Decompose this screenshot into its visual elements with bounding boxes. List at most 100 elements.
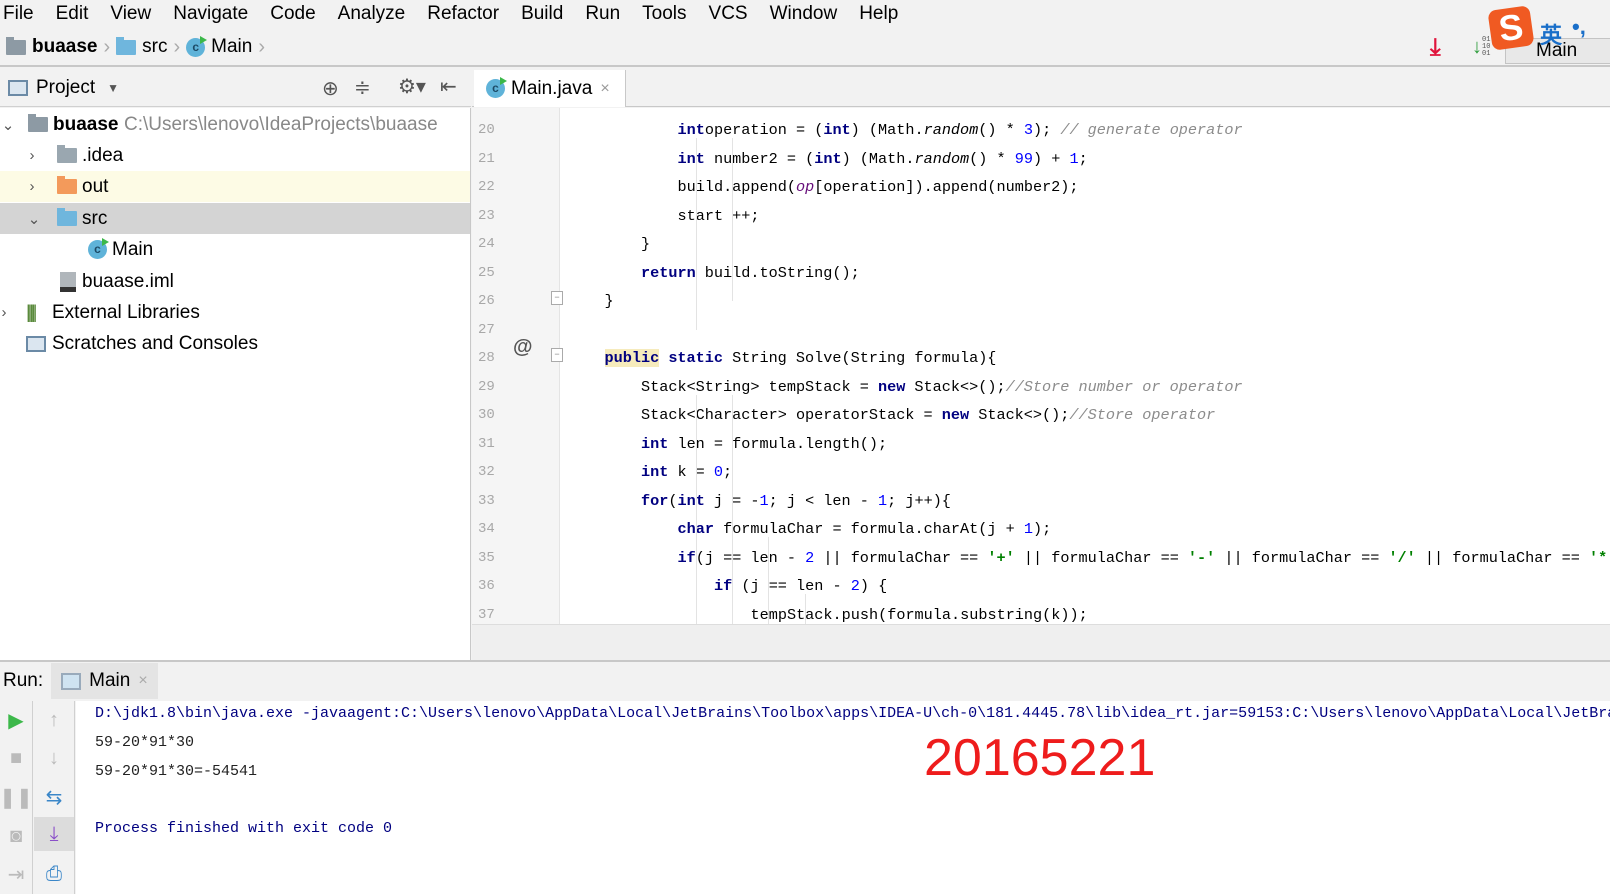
menu-view[interactable]: View — [109, 3, 152, 25]
scroll-to-end-icon[interactable]: ⤓ — [34, 817, 74, 851]
code-token: String Solve(String formula){ — [723, 349, 997, 367]
line-number: 20 — [478, 122, 495, 138]
run-tab-main[interactable]: Main × — [51, 663, 158, 699]
project-view-selector[interactable]: Project — [36, 77, 95, 99]
code-token: public — [604, 349, 660, 367]
console-toolbar: ↑ ↓ ⇆ ⤓ ⎙ — [34, 701, 75, 894]
code-line: 27 — [472, 316, 1610, 344]
code-token: (j == len - — [695, 548, 806, 567]
code-token: ; — [1078, 149, 1088, 168]
stop-icon[interactable]: ■ — [0, 741, 32, 775]
chevron-down-icon[interactable]: ⌄ — [0, 116, 16, 134]
ime-toolbar[interactable]: S 英 •, — [1487, 5, 1610, 58]
exit-icon[interactable]: ⇥ — [0, 857, 32, 891]
code-text: int number2 = (int) (Math.random() * 99)… — [678, 145, 1088, 173]
code-token: ); — [1032, 520, 1052, 538]
soft-wrap-icon[interactable]: ⇆ — [34, 780, 74, 814]
line-number: 31 — [478, 435, 495, 452]
code-editor[interactable]: @ − − 20 intoperation = (int) (Math.rando… — [472, 108, 1610, 624]
menu-vcs[interactable]: VCS — [708, 3, 749, 25]
tree-item-external-libraries[interactable]: › ||||| External Libraries — [0, 297, 470, 328]
hide-panel-icon[interactable]: ⇤ — [440, 74, 457, 99]
chevron-right-icon[interactable]: › — [24, 178, 40, 195]
down-arrow-icon[interactable]: ↓ — [34, 741, 74, 775]
tree-item-label: Main — [112, 238, 154, 260]
tree-item-label: buaase — [53, 113, 119, 135]
code-token: for — [641, 491, 669, 510]
code-token: int — [677, 149, 705, 168]
update-project-icon[interactable]: ⤓ — [1430, 36, 1441, 60]
code-token: ); — [1032, 121, 1061, 139]
camera-icon[interactable]: ◙ — [0, 819, 32, 853]
code-token: //Store number or operator — [1005, 377, 1243, 396]
tree-item-main[interactable]: c Main — [0, 234, 470, 265]
indent-guide — [732, 138, 733, 301]
code-token: Stack<>(); — [905, 377, 1006, 396]
editor-tabs: c Main.java × — [472, 70, 1610, 107]
menu-code[interactable]: Code — [269, 3, 316, 25]
tree-item-buaase-iml[interactable]: buaase.iml — [0, 266, 470, 297]
menu-bar: File Edit View Navigate Code Analyze Ref… — [0, 0, 1610, 28]
code-line: 35 if(j == len - 2 || formulaChar == '+' … — [472, 544, 1610, 572]
line-number: 34 — [478, 521, 495, 537]
pause-icon[interactable]: ❚❚ — [0, 780, 33, 814]
code-line: 25 return build.toString(); — [472, 259, 1610, 287]
source-folder-icon — [57, 208, 77, 226]
tree-item-idea[interactable]: › .idea — [0, 140, 470, 171]
locate-icon[interactable]: ⊕ — [322, 76, 339, 101]
collapse-all-icon[interactable]: ≑ — [354, 75, 371, 100]
chevron-down-icon[interactable]: ⌄ — [26, 210, 42, 228]
tree-item-scratches[interactable]: Scratches and Consoles — [0, 328, 470, 359]
menu-run[interactable]: Run — [584, 3, 621, 25]
gear-icon[interactable]: ⚙▾ — [398, 74, 426, 99]
code-token: Stack<>(); — [969, 406, 1070, 424]
code-token: 1 — [878, 491, 888, 510]
code-token: new — [941, 406, 970, 424]
chevron-right-icon[interactable]: › — [0, 304, 12, 321]
breadcrumb-src[interactable]: src › — [116, 36, 180, 59]
menu-file[interactable]: File — [2, 3, 35, 25]
project-icon — [8, 80, 28, 96]
menu-edit[interactable]: Edit — [55, 3, 90, 25]
code-token: ) { — [859, 577, 888, 595]
console-line: 59-20*91*30 — [95, 734, 195, 751]
module-folder-icon — [28, 114, 48, 132]
indent-guide — [732, 394, 733, 624]
menu-build[interactable]: Build — [520, 3, 564, 25]
close-icon[interactable]: × — [600, 80, 609, 98]
code-text: } — [641, 230, 650, 258]
menu-tools[interactable]: Tools — [641, 3, 687, 25]
close-icon[interactable]: × — [138, 672, 147, 690]
tab-main-java[interactable]: c Main.java × — [474, 70, 626, 107]
dropdown-arrow-icon[interactable]: ▼ — [107, 81, 119, 95]
tree-item-label: External Libraries — [52, 301, 200, 323]
rerun-icon[interactable]: ▶ — [0, 703, 32, 737]
menu-refactor[interactable]: Refactor — [426, 3, 500, 25]
sort-binary-icon[interactable]: ↓ 01 10 01 — [1472, 36, 1490, 59]
line-number: 26 — [478, 293, 495, 309]
tree-item-path: C:\Users\lenovo\IdeaProjects\buaase — [124, 113, 438, 135]
console-output[interactable]: D:\jdk1.8\bin\java.exe -javaagent:C:\Use… — [76, 701, 1610, 894]
tree-item-out[interactable]: › out — [0, 171, 470, 202]
ime-punctuation[interactable]: •, — [1572, 14, 1586, 40]
code-token: 1 — [1023, 520, 1033, 538]
ime-mode[interactable]: 英 — [1540, 18, 1562, 50]
iml-file-icon — [60, 271, 76, 292]
code-line: 29 Stack<String> tempStack = new Stack<>(… — [472, 373, 1610, 401]
up-arrow-icon[interactable]: ↑ — [34, 703, 74, 737]
code-line: 21 int number2 = (int) (Math.random() * 9… — [472, 145, 1610, 173]
code-text: char formulaChar = formula.charAt(j + 1)… — [678, 515, 1052, 543]
breadcrumb-main[interactable]: c Main › — [186, 35, 265, 59]
menu-navigate[interactable]: Navigate — [172, 3, 249, 25]
tree-item-buaase[interactable]: ⌄ buaase C:\Users\lenovo\IdeaProjects\bu… — [0, 109, 470, 140]
run-tab-label: Main — [89, 670, 131, 691]
tree-item-src[interactable]: ⌄ src — [0, 203, 470, 234]
menu-window[interactable]: Window — [769, 3, 839, 25]
breadcrumb-project[interactable]: buaase › — [6, 36, 110, 59]
print-icon[interactable]: ⎙ — [34, 857, 74, 891]
chevron-right-icon[interactable]: › — [24, 147, 40, 164]
editor-bottom-strip — [472, 624, 1610, 660]
menu-help[interactable]: Help — [858, 3, 899, 25]
menu-analyze[interactable]: Analyze — [337, 3, 407, 25]
code-line: 24} — [472, 230, 1610, 258]
